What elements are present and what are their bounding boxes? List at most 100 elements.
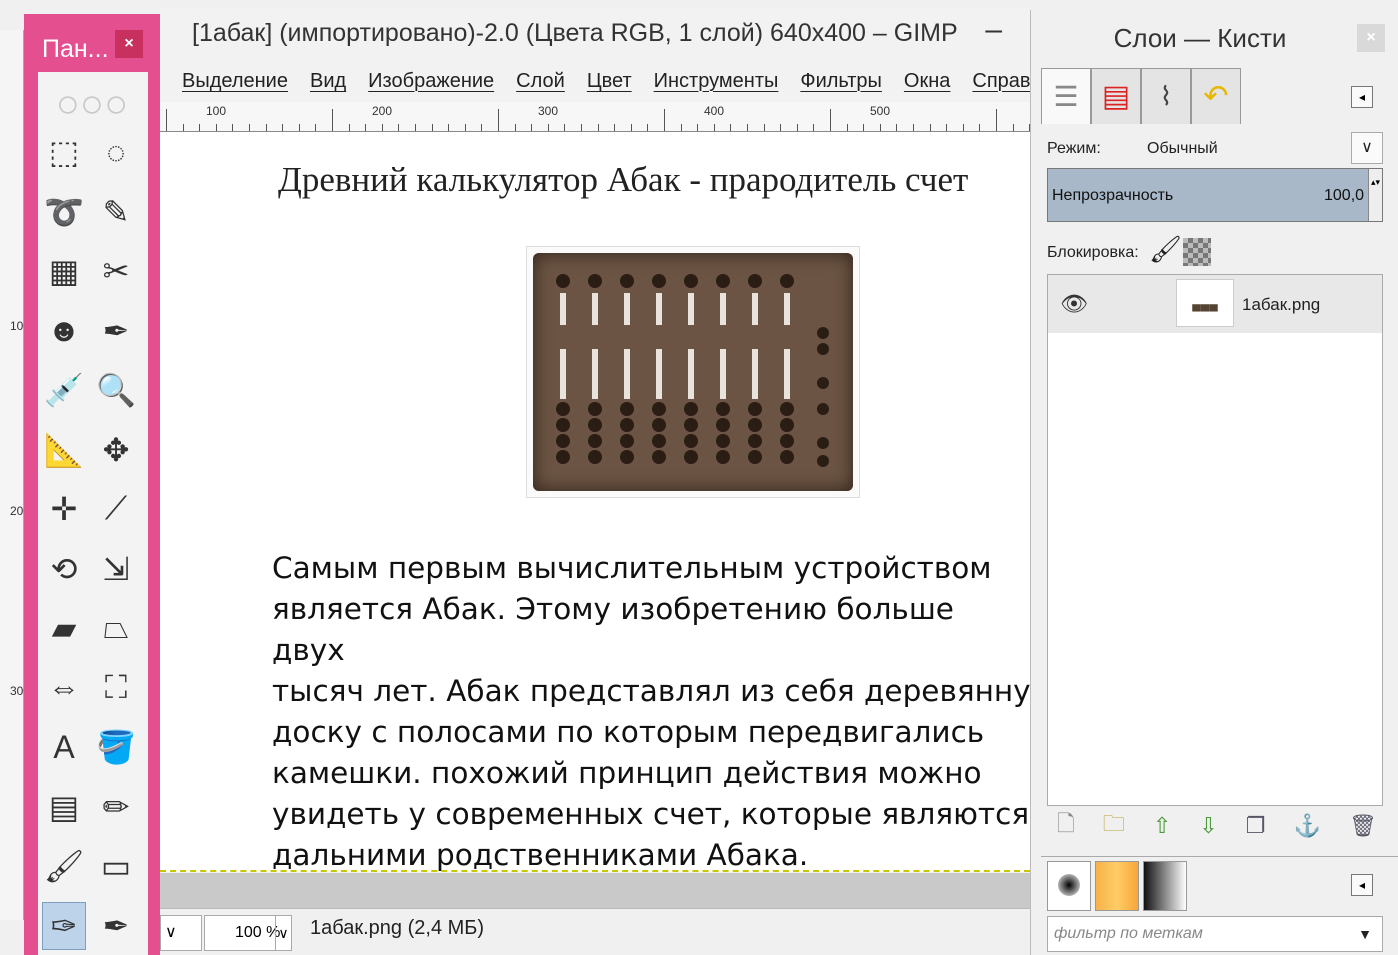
layers-brushes-dock: Слои — Кисти × ☰ ▤ ⌇ ↶ ◂ Режим: Обычный … [1030, 10, 1398, 955]
tab-brushes[interactable] [1047, 861, 1091, 911]
lock-pixels-icon[interactable]: 🖌 [1149, 234, 1182, 265]
shear-icon[interactable]: ▰ [42, 604, 86, 652]
align-icon[interactable]: ✛ [42, 485, 86, 533]
ellipse-select-icon[interactable]: ◌ [94, 128, 138, 176]
duplicate-layer-icon[interactable]: ❐ [1246, 813, 1266, 839]
lower-layer-icon[interactable]: ⇩ [1199, 813, 1217, 839]
ruler-tick [763, 124, 765, 131]
menu-image[interactable]: Изображение [368, 70, 494, 93]
lock-label: Блокировка: [1047, 244, 1139, 261]
tab-channels[interactable]: ▤ [1091, 68, 1141, 124]
color-select-icon[interactable]: ▦ [42, 247, 86, 295]
menu-colors[interactable]: Цвет [587, 70, 632, 93]
ruler-tick [664, 109, 665, 131]
pencil-icon[interactable]: ✏ [94, 783, 138, 831]
zoom-icon[interactable]: 🔍 [94, 366, 138, 414]
document-heading: Древний калькулятор Абак - прародитель с… [278, 160, 969, 199]
menu-view[interactable]: Вид [310, 70, 346, 93]
zoom-value: 100 % [235, 924, 281, 941]
menu-select[interactable]: Выделение [182, 70, 288, 93]
ruler-tick [913, 124, 914, 131]
paintbrush-icon[interactable]: 🖌 [42, 842, 86, 890]
channels-icon: ▤ [1101, 80, 1131, 113]
tab-undo[interactable]: ↶ [1191, 68, 1241, 124]
tab-patterns[interactable] [1095, 861, 1139, 911]
flip-icon[interactable]: ⇔ [42, 664, 86, 712]
ruler-tick [830, 109, 831, 131]
ruler-tick [265, 124, 267, 131]
dock-tabs: ☰ ▤ ⌇ ↶ [1041, 68, 1398, 124]
delete-layer-icon[interactable]: 🗑 [1349, 813, 1377, 839]
zoom-dropdown[interactable]: 100 % ∨ [204, 915, 292, 951]
menu-windows[interactable]: Окна [904, 70, 950, 93]
menu-filters[interactable]: Фильтры [800, 70, 882, 93]
paths-icon: ⌇ [1159, 81, 1173, 111]
tab-gradients[interactable] [1143, 861, 1187, 911]
ink-icon[interactable]: ✒ [94, 902, 138, 950]
close-icon[interactable]: × [1357, 24, 1385, 52]
dock-menu-icon[interactable]: ◂ [1351, 874, 1373, 896]
airbrush-icon[interactable]: ✑ [42, 901, 86, 950]
unit-dropdown[interactable]: ∨ [160, 915, 202, 951]
eraser-icon[interactable]: ▭ [94, 842, 138, 890]
new-layer-icon[interactable]: 🗋 [1057, 807, 1075, 845]
ruler-tick [298, 124, 300, 131]
tool-grid: ○○○ ⬚ ◌ ➰ ✎ ▦ ✂ ☻ ✒ 💉 🔍 📐 ✥ ✛ ⟋ ⟲ ⇲ ▰ ⏢ ⇔ ⛶ A 🪣 ▤ ✏ 🖌 ▭ ✑ ✒ [38, 72, 148, 955]
ruler-tick [547, 124, 549, 131]
abacus-board [533, 253, 853, 491]
crop-icon[interactable]: ⟋ [94, 485, 138, 533]
ruler-label: 200 [372, 104, 393, 118]
fuzzy-select-icon[interactable]: ✎ [94, 188, 138, 236]
opacity-label: Непрозрачность [1052, 187, 1174, 204]
blend-icon[interactable]: ▤ [42, 783, 86, 831]
eye-icon[interactable]: 👁 [1060, 291, 1088, 317]
new-layer-group-icon[interactable]: 🗀 [1103, 807, 1125, 845]
raise-layer-icon[interactable]: ⇧ [1153, 813, 1171, 839]
foreground-select-icon[interactable]: ☻ [42, 307, 86, 355]
vertical-ruler: 100 200 300 [0, 30, 31, 920]
chevron-down-icon[interactable]: ∨ [1351, 132, 1383, 164]
rect-select-icon[interactable]: ⬚ [42, 128, 86, 176]
tag-filter-input[interactable]: фильтр по меткам ▼ [1047, 916, 1383, 952]
layer-row[interactable]: 👁 ▄▄▄ 1абак.png [1048, 275, 1382, 333]
layer-name[interactable]: 1абак.png [1242, 295, 1320, 315]
anchor-icon[interactable]: ⚓ [1294, 813, 1321, 839]
ruler-tick [730, 124, 732, 131]
ruler-tick [697, 124, 699, 131]
tab-layers[interactable]: ☰ [1041, 68, 1091, 124]
measure-icon[interactable]: 📐 [42, 426, 86, 474]
menu-tools[interactable]: Инструменты [654, 70, 779, 93]
opacity-slider[interactable]: Непрозрачность 100,0 ▴▾ [1047, 168, 1383, 222]
rotate-icon[interactable]: ⟲ [42, 545, 86, 593]
mode-select[interactable]: Обычный [1147, 140, 1218, 158]
chevron-down-icon[interactable]: ∨ [275, 916, 291, 950]
ruler-tick [381, 124, 383, 131]
opacity-value: 100,0 [1324, 187, 1365, 204]
dock-menu-icon[interactable]: ◂ [1351, 86, 1373, 108]
minimize-button[interactable]: – [985, 8, 1002, 52]
scissors-icon[interactable]: ✂ [94, 247, 138, 295]
ruler-tick [232, 124, 234, 131]
vruler-label: 100 [10, 319, 31, 333]
bucket-fill-icon[interactable]: 🪣 [94, 723, 138, 771]
free-select-icon[interactable]: ➰ [42, 188, 86, 236]
ruler-label: 300 [538, 104, 559, 118]
move-icon[interactable]: ✥ [94, 426, 138, 474]
tab-paths[interactable]: ⌇ [1141, 68, 1191, 124]
lock-alpha-icon[interactable] [1183, 238, 1211, 266]
mode-row: Режим: Обычный ∨ [1047, 132, 1383, 166]
scale-icon[interactable]: ⇲ [94, 545, 138, 593]
chevron-down-icon[interactable]: ▼ [1358, 917, 1372, 951]
paths-icon[interactable]: ✒ [94, 307, 138, 355]
menu-layer[interactable]: Слой [516, 70, 565, 93]
opacity-spin-buttons[interactable]: ▴▾ [1368, 169, 1382, 221]
abacus-photo [526, 246, 860, 498]
ruler-tick [929, 124, 931, 131]
cage-icon[interactable]: ⛶ [94, 664, 138, 712]
text-icon[interactable]: A [42, 723, 86, 771]
color-picker-icon[interactable]: 💉 [42, 366, 86, 414]
menu-help[interactable]: Справка [972, 70, 1030, 93]
perspective-icon[interactable]: ⏢ [94, 604, 138, 652]
ruler-tick [614, 124, 616, 131]
close-icon[interactable]: × [115, 30, 143, 58]
